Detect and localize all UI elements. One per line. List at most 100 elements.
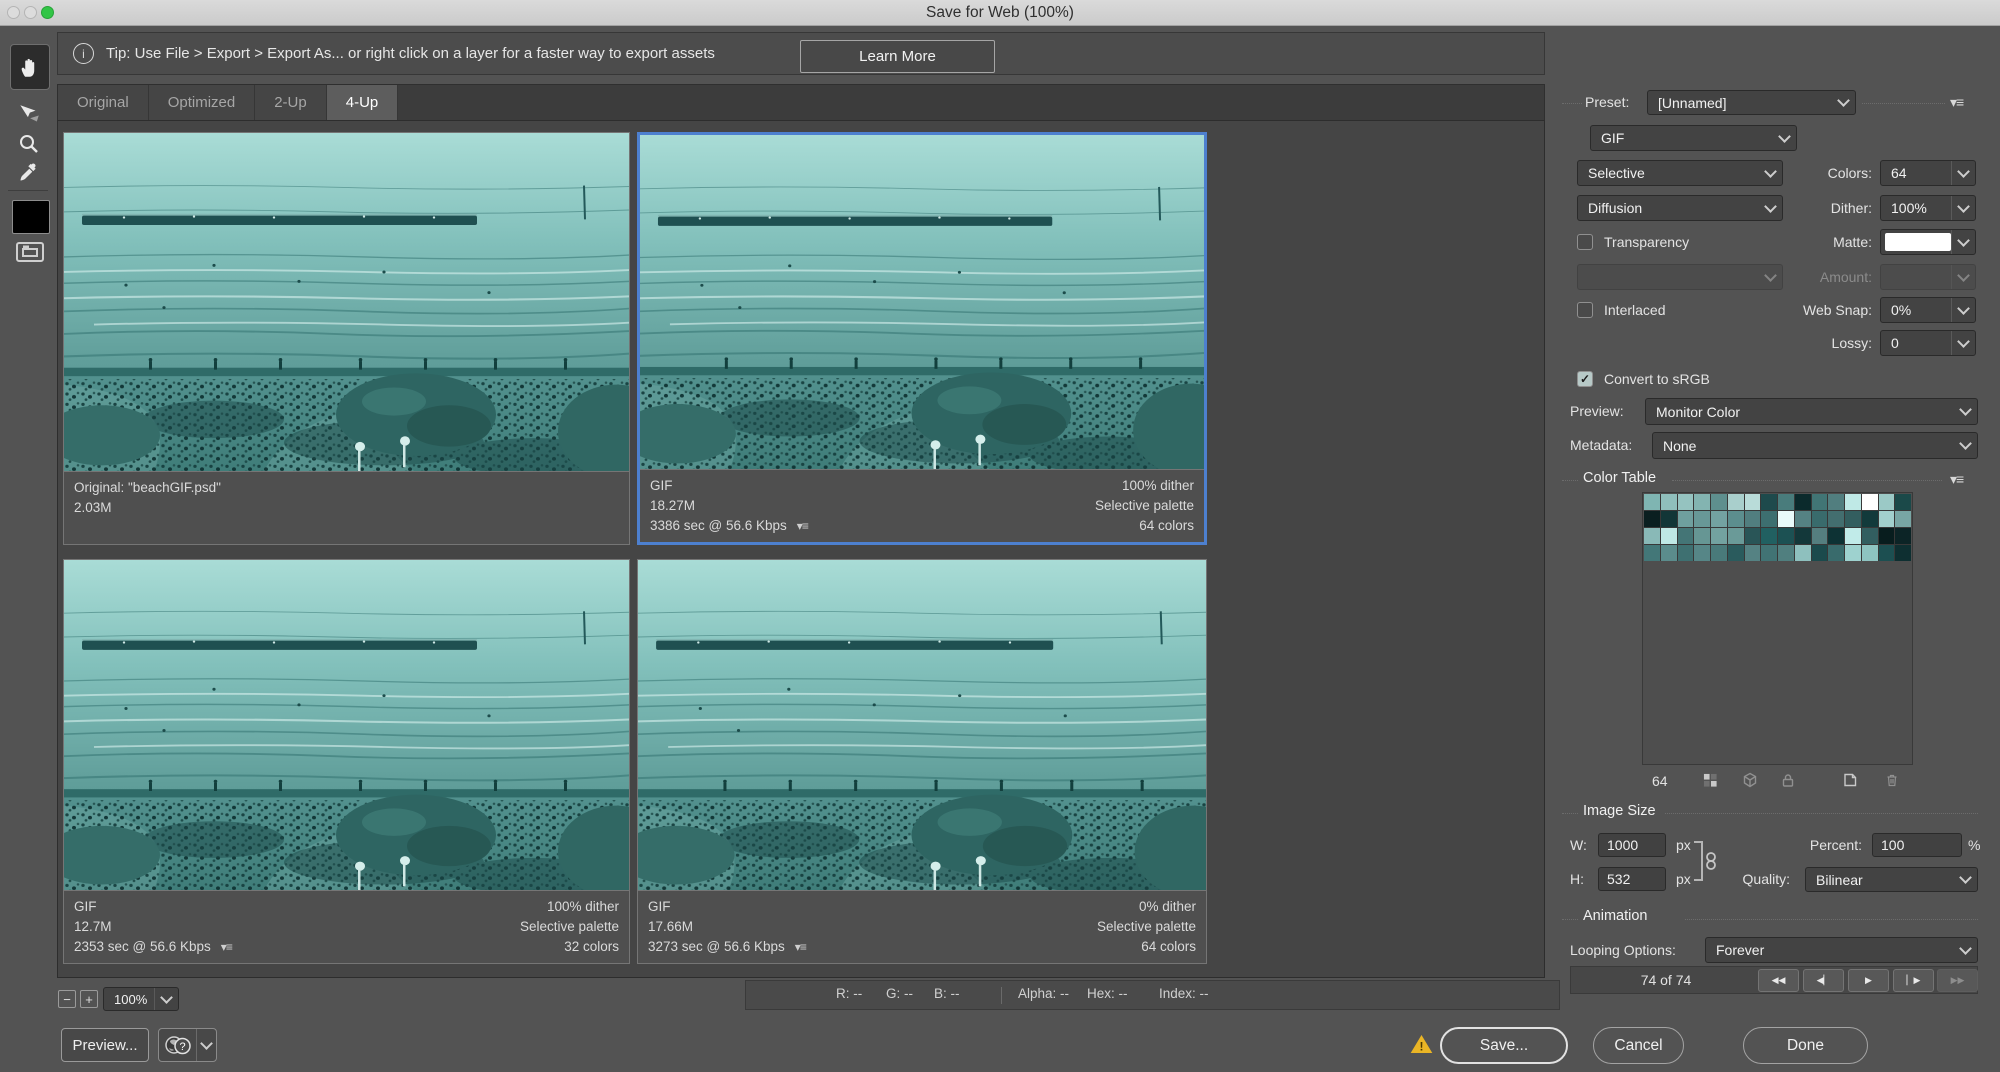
play-button[interactable]: ▶ <box>1848 969 1889 992</box>
delete-color-button[interactable] <box>1882 770 1902 790</box>
tab-original[interactable]: Original <box>58 85 149 120</box>
pane-gif-0-dither[interactable]: GIF 17.66M 3273 sec @ 56.6 Kbps▾≡ 0% dit… <box>637 559 1207 964</box>
color-swatch[interactable] <box>1812 528 1828 544</box>
color-swatch[interactable] <box>1812 545 1828 561</box>
color-swatch[interactable] <box>1812 494 1828 510</box>
web-shift-button[interactable] <box>1740 770 1760 790</box>
pane-gif-64-image[interactable] <box>640 135 1204 469</box>
download-rate-menu-icon[interactable]: ▾≡ <box>221 940 232 954</box>
color-swatch[interactable] <box>1711 494 1727 510</box>
transparency-checkbox[interactable] <box>1577 234 1593 250</box>
color-swatch[interactable] <box>1644 528 1660 544</box>
preview-in-browser-button[interactable]: Preview... <box>61 1028 149 1062</box>
color-swatch[interactable] <box>1895 528 1911 544</box>
dither-method-select[interactable]: Diffusion <box>1577 195 1783 221</box>
learn-more-button[interactable]: Learn More <box>800 40 995 73</box>
color-swatch[interactable] <box>1879 494 1895 510</box>
color-swatch[interactable] <box>1728 511 1744 527</box>
color-swatch[interactable] <box>1694 494 1710 510</box>
color-swatch[interactable] <box>1845 528 1861 544</box>
color-swatch[interactable] <box>1795 494 1811 510</box>
color-swatch[interactable] <box>1678 528 1694 544</box>
color-swatch[interactable] <box>1745 528 1761 544</box>
color-swatch[interactable] <box>1778 511 1794 527</box>
color-swatch[interactable] <box>1644 511 1660 527</box>
color-swatch[interactable] <box>1644 494 1660 510</box>
color-swatch[interactable] <box>1828 494 1844 510</box>
color-swatch[interactable] <box>1761 511 1777 527</box>
color-swatch[interactable] <box>1795 511 1811 527</box>
color-swatch[interactable] <box>1879 528 1895 544</box>
map-transparency-button[interactable] <box>1700 770 1720 790</box>
color-swatch[interactable] <box>1761 545 1777 561</box>
color-swatch[interactable] <box>1895 511 1911 527</box>
tab-2up[interactable]: 2-Up <box>255 85 327 120</box>
tab-optimized[interactable]: Optimized <box>149 85 256 120</box>
pane-gif-0-image[interactable] <box>638 560 1206 890</box>
color-swatch[interactable] <box>1761 494 1777 510</box>
color-swatch[interactable] <box>1661 545 1677 561</box>
color-swatch[interactable] <box>1745 511 1761 527</box>
format-select[interactable]: GIF <box>1590 125 1797 151</box>
preset-select[interactable]: [Unnamed] <box>1647 90 1856 115</box>
preview-browser-select[interactable]: ? <box>158 1028 217 1062</box>
color-swatch[interactable] <box>1761 528 1777 544</box>
color-swatch[interactable] <box>1778 528 1794 544</box>
color-swatch[interactable] <box>1678 494 1694 510</box>
color-swatch[interactable] <box>1795 545 1811 561</box>
color-swatch[interactable] <box>1862 545 1878 561</box>
color-swatch[interactable] <box>1728 545 1744 561</box>
slice-select-tool-button[interactable] <box>14 102 44 128</box>
preview-select[interactable]: Monitor Color <box>1645 398 1978 425</box>
color-swatch[interactable] <box>1795 528 1811 544</box>
color-reduction-select[interactable]: Selective <box>1577 160 1783 186</box>
color-swatch[interactable] <box>1711 528 1727 544</box>
toggle-slices-visibility-button[interactable] <box>13 238 47 266</box>
color-swatch[interactable] <box>1862 528 1878 544</box>
dither-amount-select[interactable]: 100% <box>1880 195 1976 221</box>
metadata-select[interactable]: None <box>1652 432 1978 459</box>
color-swatch[interactable] <box>1778 494 1794 510</box>
zoom-in-button[interactable]: + <box>80 990 98 1008</box>
hand-tool-button[interactable] <box>10 44 50 90</box>
color-swatch[interactable] <box>1694 545 1710 561</box>
pane-gif-64-selected[interactable]: GIF 18.27M 3386 sec @ 56.6 Kbps▾≡ 100% d… <box>637 132 1207 545</box>
color-swatch[interactable] <box>1845 545 1861 561</box>
color-swatch[interactable] <box>1895 494 1911 510</box>
pane-original-image[interactable] <box>64 133 629 471</box>
last-frame-button[interactable]: ▶▶ <box>1937 969 1978 992</box>
color-swatch[interactable] <box>1711 545 1727 561</box>
color-swatch[interactable] <box>1845 494 1861 510</box>
first-frame-button[interactable]: ◀◀ <box>1758 969 1799 992</box>
color-swatch[interactable] <box>1694 511 1710 527</box>
preset-panel-menu-icon[interactable]: ▾≡ <box>1950 95 1963 109</box>
save-button[interactable]: Save... <box>1440 1027 1568 1064</box>
download-rate-menu-icon[interactable]: ▾≡ <box>795 940 806 954</box>
color-swatch[interactable] <box>1694 528 1710 544</box>
color-swatch[interactable] <box>1728 528 1744 544</box>
pane-gif-32-image[interactable] <box>64 560 629 890</box>
color-swatch[interactable] <box>1828 528 1844 544</box>
color-swatch[interactable] <box>1644 545 1660 561</box>
cancel-button[interactable]: Cancel <box>1593 1027 1684 1064</box>
pane-original[interactable]: Original: "beachGIF.psd" 2.03M <box>63 132 630 545</box>
tab-4up[interactable]: 4-Up <box>327 85 399 120</box>
color-swatch[interactable] <box>1745 545 1761 561</box>
color-swatch[interactable] <box>1661 494 1677 510</box>
color-swatch[interactable] <box>1879 545 1895 561</box>
color-swatch[interactable] <box>1895 545 1911 561</box>
color-swatch[interactable] <box>1728 494 1744 510</box>
color-swatch[interactable] <box>1661 528 1677 544</box>
next-frame-button[interactable]: ▏▶ <box>1893 969 1934 992</box>
lock-color-button[interactable] <box>1778 770 1798 790</box>
height-field[interactable] <box>1598 867 1666 891</box>
looping-options-select[interactable]: Forever <box>1705 937 1978 963</box>
pane-gif-32[interactable]: GIF 12.7M 2353 sec @ 56.6 Kbps▾≡ 100% di… <box>63 559 630 964</box>
eyedropper-tool-button[interactable] <box>15 158 43 186</box>
matte-select[interactable] <box>1880 229 1976 255</box>
color-swatch[interactable] <box>1862 494 1878 510</box>
color-swatch[interactable] <box>1678 545 1694 561</box>
color-swatch[interactable] <box>1745 494 1761 510</box>
color-swatch[interactable] <box>1862 511 1878 527</box>
width-field[interactable] <box>1598 833 1666 857</box>
